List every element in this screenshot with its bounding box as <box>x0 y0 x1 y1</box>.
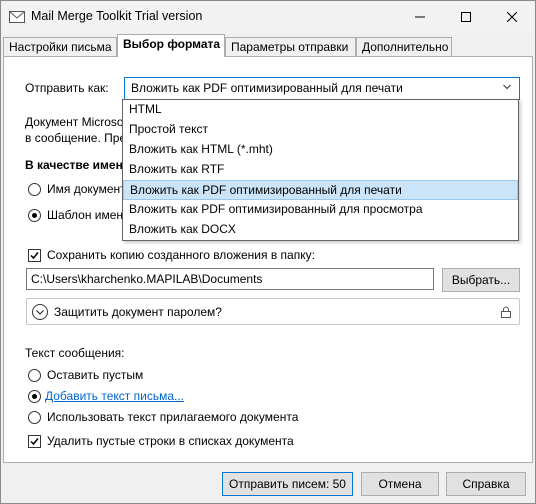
message-use-document-radio[interactable] <box>28 411 41 424</box>
close-icon <box>507 12 517 22</box>
checkmark-icon <box>30 252 39 260</box>
dropdown-option-pdf-print[interactable]: Вложить как PDF оптимизированный для печ… <box>123 180 518 200</box>
send-as-combobox[interactable]: Вложить как PDF оптимизированный для печ… <box>124 77 520 100</box>
minimize-icon <box>415 16 425 18</box>
message-add-text-radio[interactable] <box>28 390 41 403</box>
chevron-down-icon <box>36 310 44 315</box>
mail-merge-app-icon <box>9 11 25 23</box>
send-as-label: Отправить как: <box>25 81 109 95</box>
message-empty-radio[interactable] <box>28 369 41 382</box>
name-option-document-label: Имя документ <box>47 182 126 196</box>
name-as-heading: В качестве имени <box>25 158 131 172</box>
dropdown-option-docx[interactable]: Вложить как DOCX <box>123 220 518 240</box>
save-copy-label: Сохранить копию созданного вложения в па… <box>47 248 315 262</box>
help-button[interactable]: Справка <box>446 472 526 496</box>
lock-icon <box>501 306 511 318</box>
protect-document-label: Защитить документ паролем? <box>54 305 222 319</box>
app-window: Mail Merge Toolkit Trial version Настрой… <box>0 0 536 504</box>
add-letter-text-link[interactable]: Добавить текст письма... <box>45 389 184 403</box>
message-empty-label: Оставить пустым <box>47 368 144 382</box>
send-as-dropdown-list: HTML Простой текст Вложить как HTML (*.m… <box>122 99 519 241</box>
dialog-footer: Отправить писем: 50 Отмена Справка <box>1 463 535 503</box>
description-line-2: в сообщение. Пре <box>25 131 127 145</box>
description-line-1: Документ Microso <box>25 115 124 129</box>
save-folder-path-input[interactable]: C:\Users\kharchenko.MAPILAB\Documents <box>26 268 434 290</box>
dropdown-option-mht[interactable]: Вложить как HTML (*.mht) <box>123 140 518 160</box>
name-option-template-label: Шаблон имени <box>47 208 130 222</box>
name-option-document-radio[interactable] <box>28 183 41 196</box>
maximize-icon <box>461 12 471 22</box>
tab-send-parameters[interactable]: Параметры отправки <box>225 37 356 57</box>
send-letters-button[interactable]: Отправить писем: 50 <box>222 472 353 496</box>
dropdown-option-rtf[interactable]: Вложить как RTF <box>123 160 518 180</box>
minimize-button[interactable] <box>397 1 443 33</box>
send-as-value: Вложить как PDF оптимизированный для печ… <box>131 81 403 95</box>
expand-toggle[interactable] <box>32 304 48 320</box>
message-use-document-label: Использовать текст прилагаемого документ… <box>47 410 299 424</box>
window-title: Mail Merge Toolkit Trial version <box>31 9 203 23</box>
protect-document-expander[interactable]: Защитить документ паролем? <box>26 298 520 325</box>
name-option-template-radio[interactable] <box>28 209 41 222</box>
tab-mail-settings[interactable]: Настройки письма <box>3 37 117 57</box>
title-bar: Mail Merge Toolkit Trial version <box>1 1 535 33</box>
tab-format-selection[interactable]: Выбор формата <box>117 34 225 57</box>
remove-empty-lines-checkbox[interactable] <box>28 435 41 448</box>
cancel-button[interactable]: Отмена <box>361 472 439 496</box>
chevron-down-icon <box>503 84 511 90</box>
save-copy-checkbox[interactable] <box>28 249 41 262</box>
close-button[interactable] <box>489 1 535 33</box>
message-text-heading: Текст сообщения: <box>25 346 125 360</box>
dropdown-option-plain-text[interactable]: Простой текст <box>123 120 518 140</box>
save-folder-path-value: C:\Users\kharchenko.MAPILAB\Documents <box>31 272 263 286</box>
tab-strip: Настройки письма Выбор формата Параметры… <box>3 34 533 57</box>
dropdown-option-pdf-view[interactable]: Вложить как PDF оптимизированный для про… <box>123 200 518 220</box>
remove-empty-lines-label: Удалить пустые строки в списках документ… <box>47 434 294 448</box>
tab-additional[interactable]: Дополнительно <box>356 37 452 57</box>
dropdown-option-html[interactable]: HTML <box>123 100 518 120</box>
maximize-button[interactable] <box>443 1 489 33</box>
checkmark-icon <box>30 438 39 446</box>
browse-button[interactable]: Выбрать... <box>442 268 520 292</box>
